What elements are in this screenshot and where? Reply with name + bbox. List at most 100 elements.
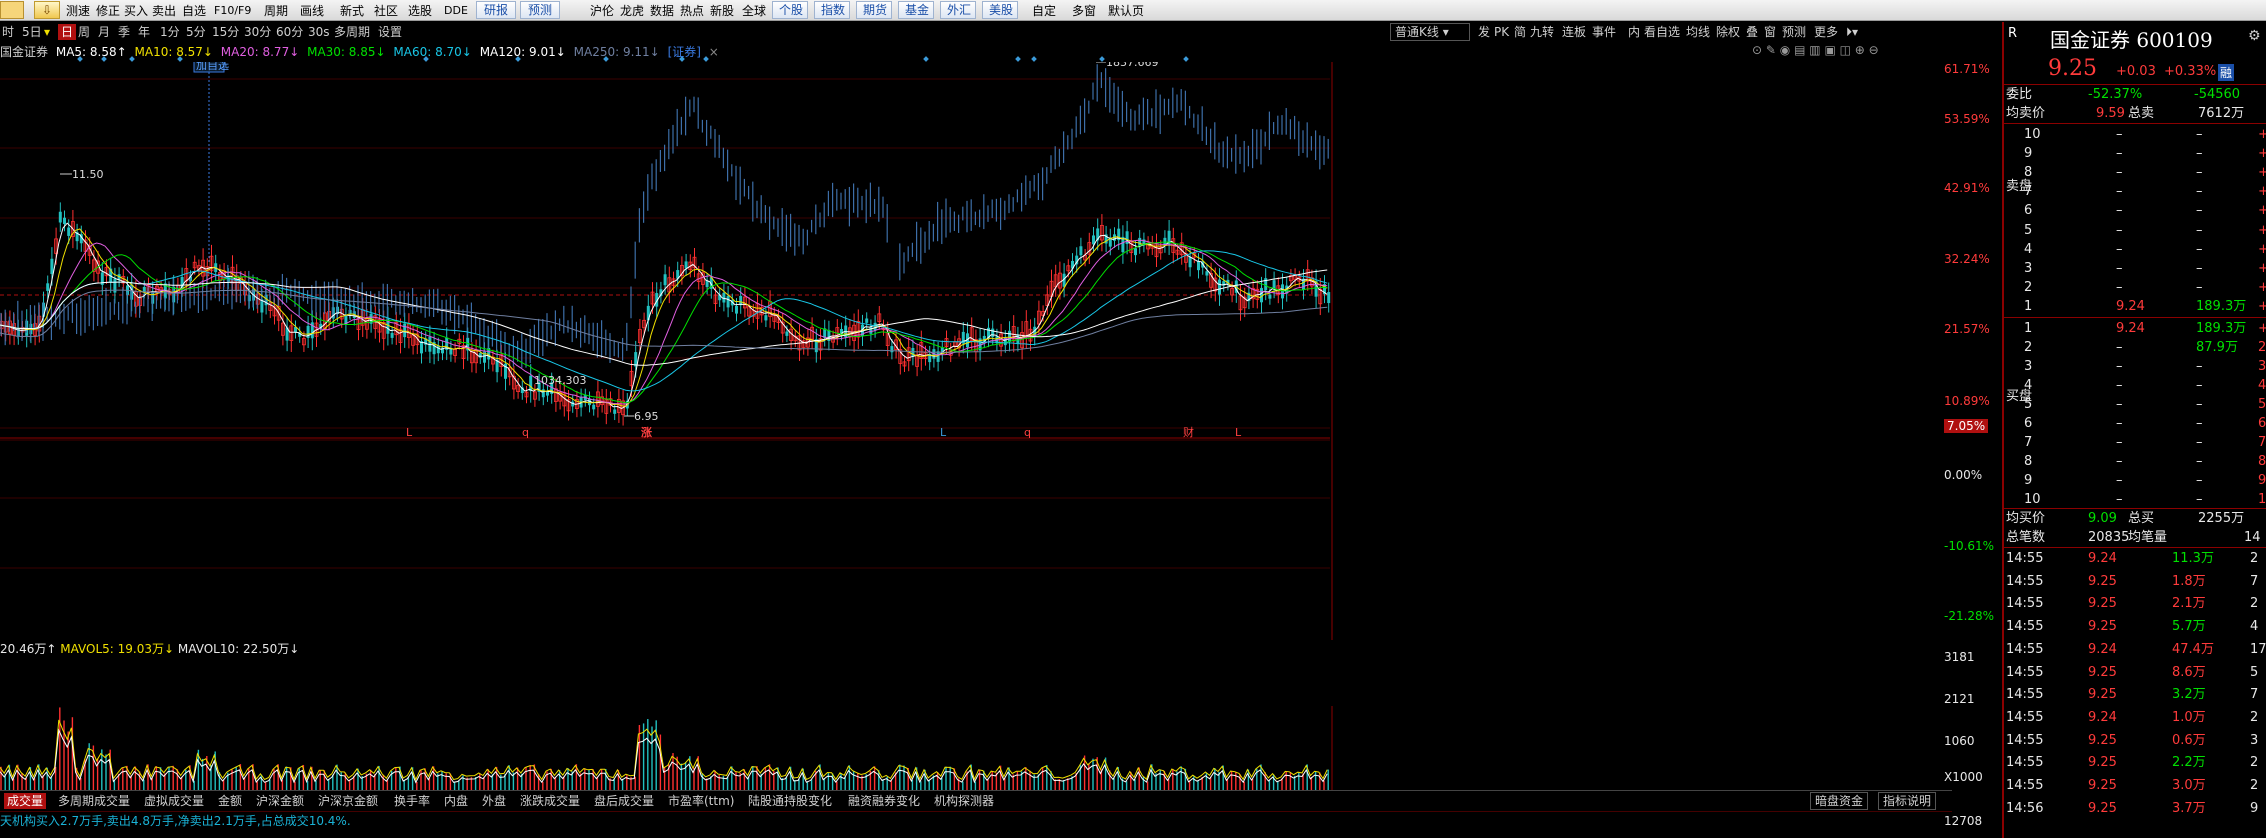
tab-virtual-volume[interactable]: 虚拟成交量 <box>144 793 204 809</box>
volume-chart[interactable] <box>0 706 1942 790</box>
event-diamond-icon[interactable] <box>77 56 83 62</box>
zoom-in-icon[interactable]: ⊕ <box>1855 43 1865 57</box>
opt-watch[interactable]: 看自选 <box>1644 24 1680 40</box>
period-multi[interactable]: 多周期 <box>334 24 370 40</box>
layers-icon[interactable]: ▤ <box>1794 43 1805 57</box>
tab-amount[interactable]: 金额 <box>218 793 242 809</box>
toolbar-screener[interactable]: 选股 <box>408 3 432 19</box>
market-hulun[interactable]: 沪伦 <box>590 3 614 19</box>
futures-button[interactable]: 期货 <box>856 1 892 19</box>
forecast-button[interactable]: 预测 <box>520 1 560 19</box>
tab-after-hours[interactable]: 盘后成交量 <box>594 793 654 809</box>
event-diamond-icon[interactable] <box>515 56 521 62</box>
toolbar-sell[interactable]: 卖出 <box>152 3 176 19</box>
event-diamond-icon[interactable] <box>923 56 929 62</box>
period-60min[interactable]: 60分 <box>276 24 303 40</box>
kline-chart[interactable]: 加自选11.501837.6691034.3036.95L q 涨 Lq 财 L <box>0 62 1942 640</box>
event-diamond-icon[interactable] <box>423 56 429 62</box>
menu-icon[interactable] <box>0 1 24 19</box>
tab-institution[interactable]: 机构探测器 <box>934 793 994 809</box>
opt-lianban[interactable]: 连板 <box>1562 24 1586 40</box>
opt-jiuzhuan[interactable]: 九转 <box>1530 24 1554 40</box>
opt-predict[interactable]: 预测 <box>1782 24 1806 40</box>
tab-hs-amount[interactable]: 沪深金额 <box>256 793 304 809</box>
indicator-help-button[interactable]: 指标说明 <box>1878 792 1937 810</box>
period-year[interactable]: 年 <box>138 24 150 40</box>
opt-event[interactable]: 事件 <box>1592 24 1616 40</box>
event-diamond-icon[interactable] <box>679 56 685 62</box>
kline-type-select[interactable]: 普通K线 ▾ <box>1390 23 1470 41</box>
toolbar-fix[interactable]: 修正 <box>96 3 120 19</box>
tab-multi-volume[interactable]: 多周期成交量 <box>58 793 130 809</box>
market-ipo[interactable]: 新股 <box>710 3 734 19</box>
tab-margin[interactable]: 融资融券变化 <box>848 793 920 809</box>
period-week[interactable]: 周 <box>78 24 90 40</box>
toolbar-dde[interactable]: DDE <box>444 3 468 19</box>
opt-more[interactable]: 更多 <box>1814 24 1838 40</box>
period-quarter[interactable]: 季 <box>118 24 130 40</box>
market-global[interactable]: 全球 <box>742 3 766 19</box>
period-settings[interactable]: 设置 <box>378 24 402 40</box>
event-marker-row[interactable] <box>0 56 1330 64</box>
toolbar-custom[interactable]: 自定 <box>1032 3 1056 19</box>
research-button[interactable]: 研报 <box>476 1 516 19</box>
event-diamond-icon[interactable] <box>1183 56 1189 62</box>
forex-button[interactable]: 外汇 <box>940 1 976 19</box>
period-day[interactable]: 日 <box>58 24 77 40</box>
back-arrow-icon[interactable]: ⇩ <box>34 1 60 19</box>
tab-pe[interactable]: 市盈率(ttm) <box>668 793 734 809</box>
toolbar-speedtest[interactable]: 测速 <box>66 3 90 19</box>
toolbar-newstyle[interactable]: 新式 <box>340 3 364 19</box>
toolbar-community[interactable]: 社区 <box>374 3 398 19</box>
opt-pk[interactable]: PK <box>1494 24 1509 40</box>
camera-icon[interactable]: ◫ <box>1840 43 1851 57</box>
index-button[interactable]: 指数 <box>814 1 850 19</box>
opt-ma[interactable]: 均线 <box>1686 24 1710 40</box>
crosshair-icon[interactable]: ⊙ <box>1752 43 1762 57</box>
pen-icon[interactable]: ✎ <box>1766 43 1776 57</box>
eye-icon[interactable]: ◉ <box>1780 43 1790 57</box>
toolbar-watchlist[interactable]: 自选 <box>182 3 206 19</box>
us-stock-button[interactable]: 美股 <box>982 1 1018 19</box>
trash-icon[interactable]: ▥ <box>1809 43 1820 57</box>
market-data[interactable]: 数据 <box>650 3 674 19</box>
event-diamond-icon[interactable] <box>1015 56 1021 62</box>
event-diamond-icon[interactable] <box>1099 56 1105 62</box>
tab-outer[interactable]: 外盘 <box>482 793 506 809</box>
opt-jian[interactable]: 简 <box>1514 24 1526 40</box>
settings-gear-icon[interactable]: ⚙ <box>2248 28 2261 44</box>
period-1min[interactable]: 1分 <box>160 24 180 40</box>
event-diamond-icon[interactable] <box>129 56 135 62</box>
period-5day[interactable]: 5日 <box>22 24 42 40</box>
opt-window[interactable]: 窗 <box>1764 24 1776 40</box>
toolbar-buy[interactable]: 买入 <box>124 3 148 19</box>
tab-northbound[interactable]: 陆股通持股变化 <box>748 793 832 809</box>
tab-updown-volume[interactable]: 涨跌成交量 <box>520 793 580 809</box>
event-diamond-icon[interactable] <box>603 56 609 62</box>
expand-icon[interactable]: ⏵▾ <box>1846 24 1858 40</box>
opt-fa[interactable]: 发 <box>1478 24 1490 40</box>
toolbar-draw[interactable]: 画线 <box>300 3 324 19</box>
period-15min[interactable]: 15分 <box>212 24 239 40</box>
opt-exright[interactable]: 除权 <box>1716 24 1740 40</box>
toolbar-default-page[interactable]: 默认页 <box>1108 3 1144 19</box>
lock-icon[interactable]: ▣ <box>1824 43 1835 57</box>
toolbar-multiwindow[interactable]: 多窗 <box>1072 3 1096 19</box>
toolbar-f10[interactable]: F10/F9 <box>214 3 251 19</box>
period-30s[interactable]: 30s <box>308 24 330 40</box>
period-dropdown-icon[interactable]: ▾ <box>44 24 50 40</box>
period-5min[interactable]: 5分 <box>186 24 206 40</box>
fund-button[interactable]: 基金 <box>898 1 934 19</box>
event-diamond-icon[interactable] <box>177 56 183 62</box>
event-diamond-icon[interactable] <box>1031 56 1037 62</box>
tab-inner[interactable]: 内盘 <box>444 793 468 809</box>
market-hot[interactable]: 热点 <box>680 3 704 19</box>
tab-turnover[interactable]: 换手率 <box>394 793 430 809</box>
opt-nei[interactable]: 内 <box>1628 24 1640 40</box>
period-month[interactable]: 月 <box>98 24 110 40</box>
dark-fund-button[interactable]: 暗盘资金 <box>1810 792 1869 810</box>
tab-volume[interactable]: 成交量 <box>4 793 47 809</box>
event-diamond-icon[interactable] <box>101 56 107 62</box>
toolbar-period[interactable]: 周期 <box>264 3 288 19</box>
zoom-out-icon[interactable]: ⊖ <box>1869 43 1879 57</box>
